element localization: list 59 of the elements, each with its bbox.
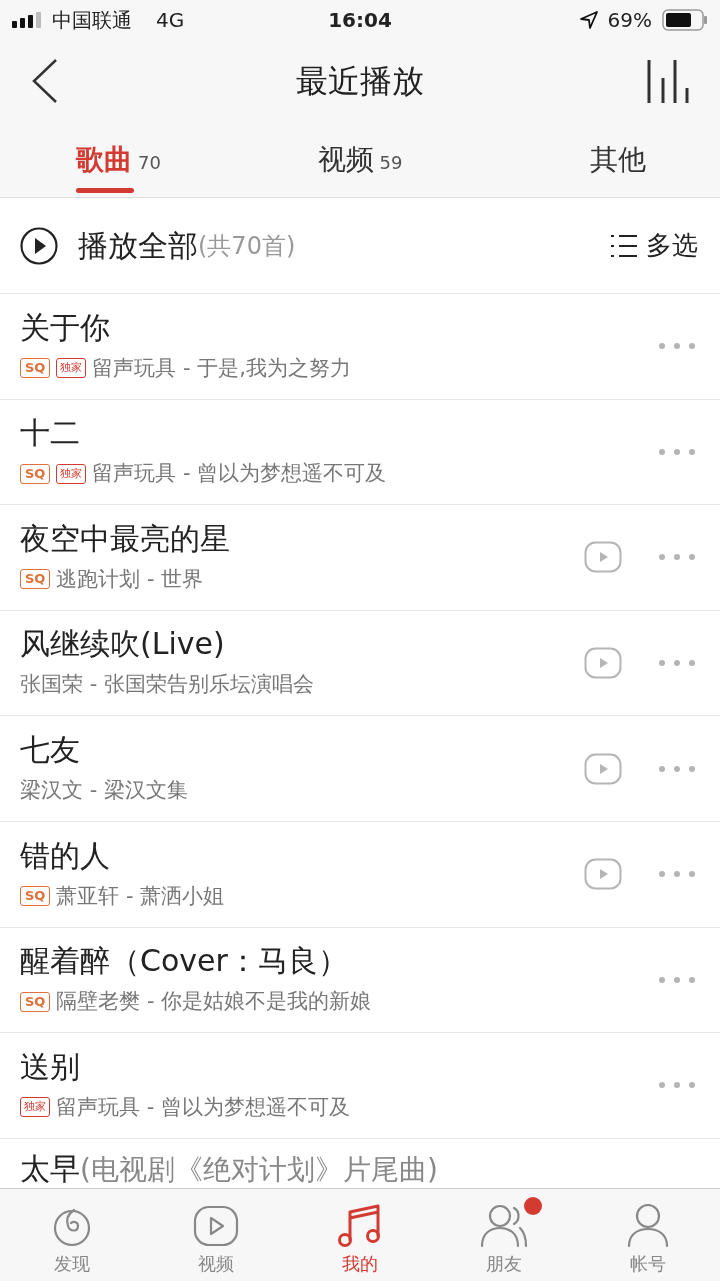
more-icon[interactable] (658, 659, 696, 668)
video-icon[interactable] (584, 647, 622, 680)
quality-tag: SQ (20, 569, 51, 590)
song-artist-album: 留声玩具 - 曾以为梦想遥不可及 (92, 460, 387, 488)
song-artist-album: 张国荣 - 张国荣告别乐坛演唱会 (20, 671, 314, 699)
song-artist-album: 萧亚轩 - 萧洒小姐 (56, 882, 225, 910)
more-icon[interactable] (658, 1081, 696, 1090)
location-arrow-icon (579, 11, 598, 29)
song-title[interactable]: 七友 (20, 730, 584, 769)
play-circle-icon[interactable] (20, 226, 58, 265)
category-tab[interactable]: 视频 59 (240, 122, 480, 197)
song-artist-album: 梁汉文 - 梁汉文集 (20, 776, 188, 804)
song-count: (共70首) (198, 230, 296, 262)
more-icon[interactable] (658, 870, 696, 879)
song-title[interactable]: 醒着醉（Cover：马良） (20, 942, 658, 981)
song-title[interactable]: 夜空中最亮的星 (20, 519, 584, 558)
exclusive-tag: 独家 (20, 1097, 50, 1118)
equalizer-icon[interactable] (646, 58, 690, 104)
video-icon[interactable] (584, 752, 622, 785)
people-icon (480, 1202, 528, 1248)
song-artist-album: 逃跑计划 - 世界 (56, 565, 204, 593)
song-artist-album: 留声玩具 - 于是,我为之努力 (92, 354, 352, 382)
song-artist-album: 隔壁老樊 - 你是姑娘不是我的新娘 (56, 988, 372, 1016)
exclusive-tag: 独家 (56, 358, 87, 379)
status-time: 16:04 (328, 7, 392, 34)
quality-tag: SQ (20, 358, 51, 379)
more-icon[interactable] (658, 342, 696, 351)
battery-icon (662, 9, 708, 31)
play-all-label[interactable]: 播放全部 (78, 223, 198, 268)
carrier-name: 中国联通 (52, 7, 132, 34)
network-type: 4G (156, 7, 185, 34)
nav-tab[interactable]: 我的 (288, 1189, 432, 1281)
song-title[interactable]: 风继续吹(Live) (20, 625, 584, 664)
battery-percent: 69% (607, 7, 652, 34)
more-icon[interactable] (658, 447, 696, 456)
page-title: 最近播放 (296, 61, 424, 102)
more-icon[interactable] (658, 553, 696, 562)
song-title[interactable]: 十二 (20, 414, 658, 453)
category-tab[interactable]: 歌曲 70 (0, 122, 240, 197)
video-icon[interactable] (584, 541, 622, 574)
list-icon (610, 232, 638, 259)
video-icon[interactable] (584, 858, 622, 891)
song-title[interactable]: 送别 (20, 1047, 658, 1086)
category-tab[interactable]: 其他 (480, 122, 720, 197)
song-title[interactable]: 错的人 (20, 836, 584, 875)
exclusive-tag: 独家 (56, 463, 87, 484)
song-note: (电视剧《绝对计划》片尾曲) (80, 1151, 438, 1188)
quality-tag: SQ (20, 886, 51, 907)
quality-tag: SQ (20, 463, 51, 484)
signal-icon (12, 12, 44, 28)
more-icon[interactable] (658, 975, 696, 984)
play-icon (192, 1204, 240, 1248)
song-artist-album: 留声玩具 - 曾以为梦想遥不可及 (56, 1093, 350, 1121)
song-title[interactable]: 关于你 (20, 308, 658, 347)
song-title[interactable]: 太早 (20, 1149, 80, 1188)
quality-tag: SQ (20, 991, 51, 1012)
multi-select-button[interactable]: 多选 (610, 226, 698, 265)
more-icon[interactable] (658, 764, 696, 773)
person-icon (626, 1202, 670, 1248)
